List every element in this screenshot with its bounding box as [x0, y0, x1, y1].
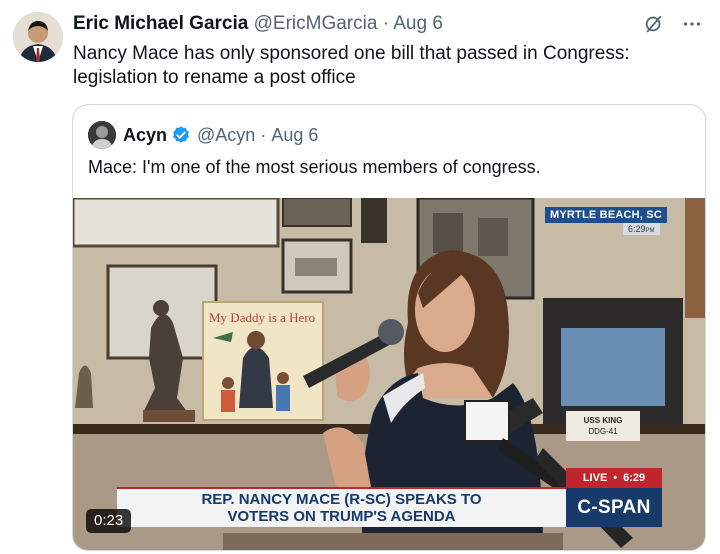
more-icon[interactable]: [680, 12, 704, 36]
video-duration: 0:23: [86, 509, 132, 533]
author-handle[interactable]: @EricMGarcia: [254, 13, 378, 34]
live-dot: •: [613, 472, 618, 484]
tweet-date[interactable]: Aug 6: [393, 13, 443, 34]
quote-text: Mace: I'm one of the most serious member…: [88, 157, 541, 177]
author-avatar[interactable]: [13, 12, 63, 62]
quote-author-handle[interactable]: @Acyn: [197, 123, 255, 147]
chyron-text: REP. NANCY MACE (R-SC) SPEAKS TO VOTERS …: [201, 491, 482, 525]
book-title: My Daddy is a Hero: [209, 310, 315, 325]
verified-badge-icon: [171, 125, 191, 145]
tweet-actions: [642, 12, 704, 36]
quoted-tweet[interactable]: Acyn @Acyn · Aug 6 Mace: I'm one of the …: [72, 104, 706, 551]
network-logo: C-SPAN: [566, 488, 662, 527]
author-name[interactable]: Eric Michael Garcia: [73, 13, 248, 34]
live-label: LIVE: [582, 472, 608, 484]
tweet-header: Eric Michael Garcia @EricMGarcia · Aug 6: [73, 12, 443, 36]
quote-header: Acyn @Acyn · Aug 6: [88, 121, 318, 149]
grok-icon[interactable]: [642, 12, 666, 36]
plaque-line-2: DDG-41: [588, 427, 618, 436]
broadcast-time-value: 6:29: [628, 224, 646, 234]
separator: ·: [382, 13, 390, 34]
quote-author-name[interactable]: Acyn: [123, 123, 167, 147]
quote-author-avatar[interactable]: [88, 121, 116, 149]
broadcast-time-suffix: PM: [645, 228, 655, 234]
tweet-text: Nancy Mace has only sponsored one bill t…: [73, 43, 630, 88]
live-time: 6:29: [623, 472, 646, 484]
broadcast-time: 6:29PM: [623, 223, 660, 235]
ship-plaque: USS KING DDG-41: [566, 411, 640, 441]
chyron: REP. NANCY MACE (R-SC) SPEAKS TO VOTERS …: [117, 487, 566, 527]
video-player[interactable]: My Daddy is a Hero MYRTLE BEACH, SC 6:29…: [73, 198, 705, 550]
quote-date[interactable]: Aug 6: [271, 123, 318, 147]
live-indicator: LIVE • 6:29: [566, 468, 662, 488]
separator: ·: [260, 125, 267, 145]
plaque-line-1: USS KING: [583, 416, 623, 425]
location-label: MYRTLE BEACH, SC: [545, 207, 667, 223]
